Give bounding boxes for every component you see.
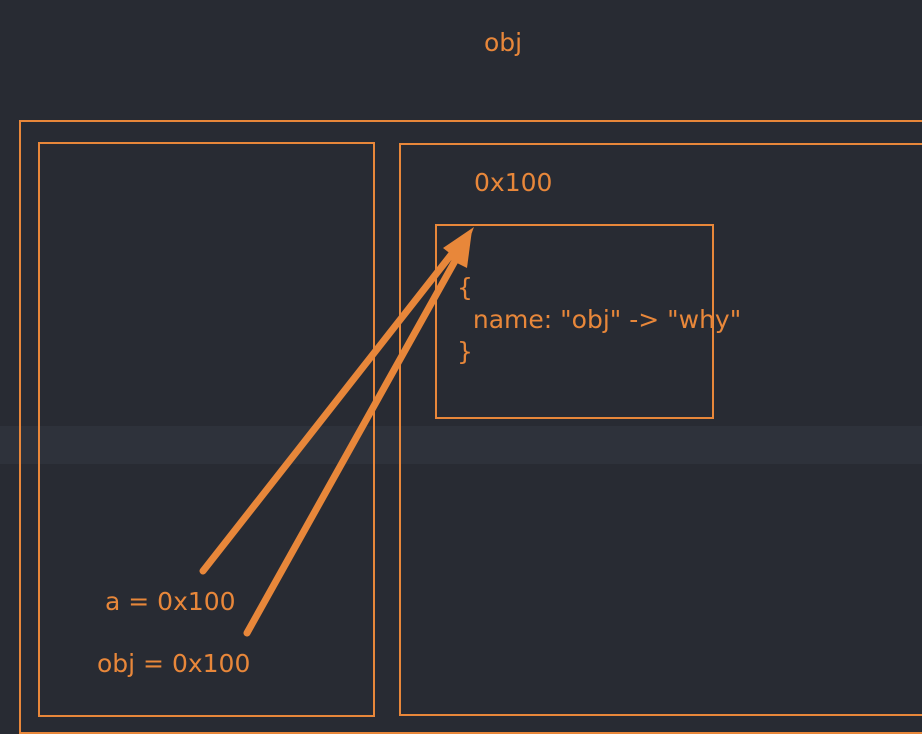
arrow-a-to-object	[199, 242, 462, 575]
arrow-obj-to-object	[243, 248, 464, 637]
reference-arrows	[199, 227, 474, 637]
